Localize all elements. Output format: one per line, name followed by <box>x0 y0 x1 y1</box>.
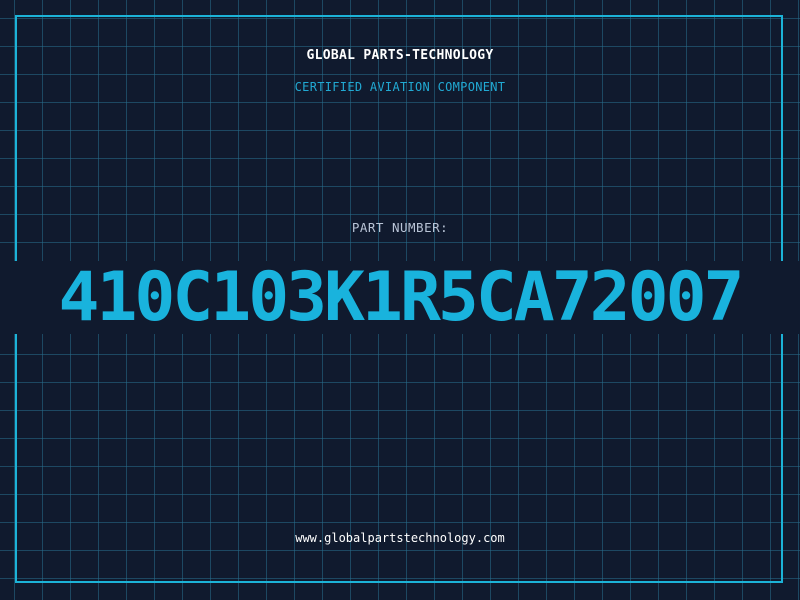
certification-subtitle: CERTIFIED AVIATION COMPONENT <box>294 80 506 94</box>
website-url: www.globalpartstechnology.com <box>295 531 505 545</box>
part-number-label: PART NUMBER: <box>351 220 449 235</box>
part-number-band: 410C103K1R5CA72007 <box>0 261 800 334</box>
company-name: GLOBAL PARTS-TECHNOLOGY <box>306 48 494 63</box>
part-label-card: GLOBAL PARTS-TECHNOLOGY CERTIFIED AVIATI… <box>0 0 800 600</box>
part-number-value: 410C103K1R5CA72007 <box>58 261 745 334</box>
